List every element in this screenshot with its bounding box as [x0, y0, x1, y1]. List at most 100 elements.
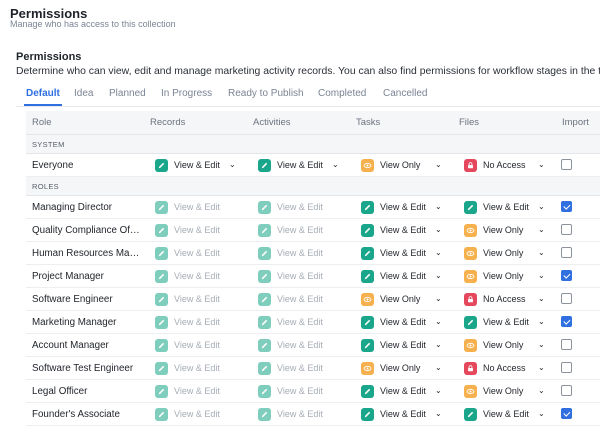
chevron-down-icon[interactable]: ⌄ — [435, 248, 442, 257]
files-permission-select[interactable]: View & Edit — [464, 314, 529, 330]
tab-idea[interactable]: Idea — [74, 88, 93, 99]
import-checkbox[interactable] — [561, 408, 572, 419]
chevron-down-icon[interactable]: ⌄ — [435, 409, 442, 418]
chevron-down-icon[interactable]: ⌄ — [435, 271, 442, 280]
chevron-down-icon[interactable]: ⌄ — [538, 248, 545, 257]
import-checkbox[interactable] — [561, 270, 572, 281]
permission-label: View & Edit — [174, 340, 220, 350]
chevron-down-icon[interactable]: ⌄ — [538, 386, 545, 395]
files-permission-select[interactable]: View & Edit — [464, 199, 529, 215]
files-permission-select[interactable]: View Only — [464, 222, 523, 238]
tab-planned[interactable]: Planned — [109, 88, 146, 99]
chevron-down-icon[interactable]: ⌄ — [435, 160, 442, 169]
files-permission-select[interactable]: View Only — [464, 268, 523, 284]
group-system: SYSTEM — [26, 135, 600, 154]
import-checkbox[interactable] — [561, 293, 572, 304]
chevron-down-icon[interactable]: ⌄ — [332, 160, 339, 169]
permission-label: View & Edit — [174, 271, 220, 281]
files-permission-select[interactable]: No Access — [464, 291, 526, 307]
permission-label: View & Edit — [380, 225, 426, 235]
chevron-down-icon[interactable]: ⌄ — [538, 160, 545, 169]
pencil-icon — [258, 200, 271, 214]
permission-label: View Only — [483, 386, 524, 396]
chevron-down-icon[interactable]: ⌄ — [435, 340, 442, 349]
permission-label: No Access — [483, 363, 526, 373]
chevron-down-icon[interactable]: ⌄ — [538, 409, 545, 418]
tab-completed[interactable]: Completed — [318, 88, 366, 99]
pencil-icon — [361, 269, 374, 283]
tab-cancelled[interactable]: Cancelled — [383, 88, 427, 99]
pencil-icon — [155, 269, 168, 283]
import-checkbox[interactable] — [561, 247, 572, 258]
permission-label: View & Edit — [277, 225, 323, 235]
permission-label: View & Edit — [174, 317, 220, 327]
chevron-down-icon[interactable]: ⌄ — [538, 202, 545, 211]
table-row: Marketing Manager View & Edit View & Edit V… — [26, 311, 600, 334]
permission-label: View & Edit — [380, 340, 426, 350]
chevron-down-icon[interactable]: ⌄ — [435, 225, 442, 234]
chevron-down-icon[interactable]: ⌄ — [435, 202, 442, 211]
chevron-down-icon[interactable]: ⌄ — [229, 160, 236, 169]
files-permission-select[interactable]: No Access — [464, 157, 526, 173]
tasks-permission-select[interactable]: View Only — [361, 291, 420, 307]
import-checkbox[interactable] — [561, 385, 572, 396]
import-checkbox[interactable] — [561, 362, 572, 373]
eye-icon — [464, 269, 477, 283]
tasks-permission-select[interactable]: View & Edit — [361, 383, 426, 399]
tasks-permission-select[interactable]: View & Edit — [361, 199, 426, 215]
activities-permission-select[interactable]: View & Edit — [258, 157, 323, 173]
import-checkbox[interactable] — [561, 339, 572, 350]
tasks-permission-select[interactable]: View Only — [361, 157, 420, 173]
import-checkbox[interactable] — [561, 224, 572, 235]
files-permission-select[interactable]: View & Edit — [464, 406, 529, 422]
pencil-icon — [361, 338, 374, 352]
tasks-permission-select[interactable]: View & Edit — [361, 245, 426, 261]
chevron-down-icon[interactable]: ⌄ — [435, 317, 442, 326]
import-checkbox[interactable] — [561, 201, 572, 212]
activities-permission-select: View & Edit — [258, 406, 323, 422]
permission-label: View & Edit — [380, 409, 426, 419]
tasks-permission-select[interactable]: View & Edit — [361, 268, 426, 284]
chevron-down-icon[interactable]: ⌄ — [435, 294, 442, 303]
activities-permission-select: View & Edit — [258, 337, 323, 353]
files-permission-select[interactable]: View Only — [464, 383, 523, 399]
files-permission-select[interactable]: View Only — [464, 337, 523, 353]
activities-permission-select: View & Edit — [258, 383, 323, 399]
files-permission-select[interactable]: No Access — [464, 360, 526, 376]
lock-icon — [464, 292, 477, 306]
chevron-down-icon[interactable]: ⌄ — [435, 363, 442, 372]
permission-label: View Only — [380, 160, 421, 170]
role-name: Legal Officer — [32, 386, 88, 397]
role-name: Human Resources Mana... — [32, 248, 142, 259]
records-permission-select[interactable]: View & Edit — [155, 157, 220, 173]
chevron-down-icon[interactable]: ⌄ — [538, 363, 545, 372]
pencil-icon — [155, 200, 168, 214]
col-activities: Activities — [253, 117, 291, 128]
permissions-table: Role Records Activities Tasks Files Impo… — [26, 111, 600, 426]
tab-in-progress[interactable]: In Progress — [161, 88, 212, 99]
eye-icon — [464, 246, 477, 260]
import-checkbox[interactable] — [561, 159, 572, 170]
chevron-down-icon[interactable]: ⌄ — [538, 225, 545, 234]
pencil-icon — [155, 223, 168, 237]
tab-default[interactable]: Default — [26, 88, 60, 99]
tasks-permission-select[interactable]: View & Edit — [361, 406, 426, 422]
tab-ready-to-publish[interactable]: Ready to Publish — [228, 88, 304, 99]
import-checkbox[interactable] — [561, 316, 572, 327]
chevron-down-icon[interactable]: ⌄ — [435, 386, 442, 395]
pencil-icon — [155, 384, 168, 398]
tasks-permission-select[interactable]: View Only — [361, 360, 420, 376]
chevron-down-icon[interactable]: ⌄ — [538, 317, 545, 326]
tasks-permission-select[interactable]: View & Edit — [361, 222, 426, 238]
permission-label: View & Edit — [277, 202, 323, 212]
eye-icon — [361, 292, 374, 306]
permission-label: View & Edit — [174, 202, 220, 212]
chevron-down-icon[interactable]: ⌄ — [538, 294, 545, 303]
chevron-down-icon[interactable]: ⌄ — [538, 340, 545, 349]
pencil-icon — [258, 338, 271, 352]
permission-label: View & Edit — [277, 160, 323, 170]
files-permission-select[interactable]: View Only — [464, 245, 523, 261]
tasks-permission-select[interactable]: View & Edit — [361, 314, 426, 330]
tasks-permission-select[interactable]: View & Edit — [361, 337, 426, 353]
chevron-down-icon[interactable]: ⌄ — [538, 271, 545, 280]
